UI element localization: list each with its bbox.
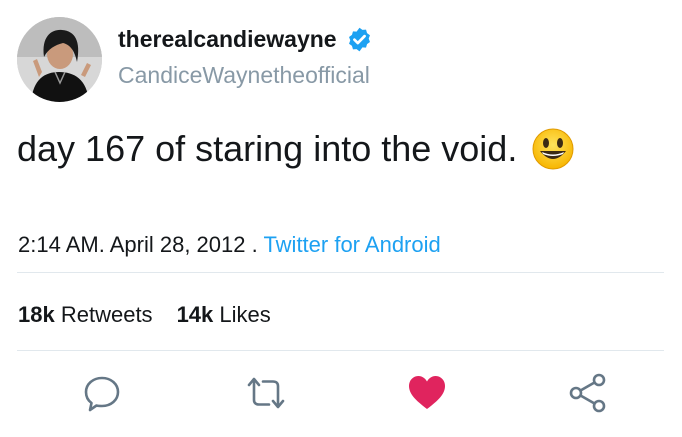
- tweet-source-link[interactable]: Twitter for Android: [263, 232, 440, 257]
- retweet-icon: [247, 377, 285, 409]
- retweets-label: Retweets: [60, 302, 153, 327]
- tweet-card: therealcandiewayne CandiceWaynetheoffici…: [0, 0, 682, 437]
- tweet-text: day 167 of staring into the void.: [17, 127, 575, 171]
- heart-icon: [409, 376, 445, 409]
- grinning-face-emoji-icon: [532, 128, 574, 170]
- retweets-stat[interactable]: 18k Retweets: [18, 302, 153, 328]
- retweet-button[interactable]: [245, 372, 287, 414]
- divider: [17, 350, 664, 351]
- tweet-timestamp: 2:14 AM. April 28, 2012 .: [18, 232, 264, 257]
- reply-button[interactable]: [81, 372, 123, 414]
- tweet-stats: 18k Retweets 14k Likes: [18, 302, 271, 328]
- verified-badge-icon: [348, 27, 370, 52]
- avatar[interactable]: [17, 17, 102, 102]
- user-handle[interactable]: CandiceWaynetheofficial: [118, 62, 370, 89]
- retweets-count: 18k: [18, 302, 55, 327]
- likes-label: Likes: [219, 302, 271, 327]
- share-button[interactable]: [567, 372, 609, 414]
- user-name-text: therealcandiewayne: [118, 26, 337, 52]
- user-name[interactable]: therealcandiewayne: [118, 26, 373, 53]
- divider: [17, 272, 664, 273]
- tweet-meta: 2:14 AM. April 28, 2012 . Twitter for An…: [18, 232, 441, 258]
- avatar-photo: [17, 17, 102, 102]
- reply-icon: [84, 376, 120, 412]
- share-icon: [569, 373, 606, 413]
- likes-count: 14k: [176, 302, 214, 327]
- like-button[interactable]: [406, 372, 448, 414]
- likes-stat[interactable]: 14k Likes: [177, 302, 271, 328]
- tweet-text-content: day 167 of staring into the void.: [17, 128, 518, 169]
